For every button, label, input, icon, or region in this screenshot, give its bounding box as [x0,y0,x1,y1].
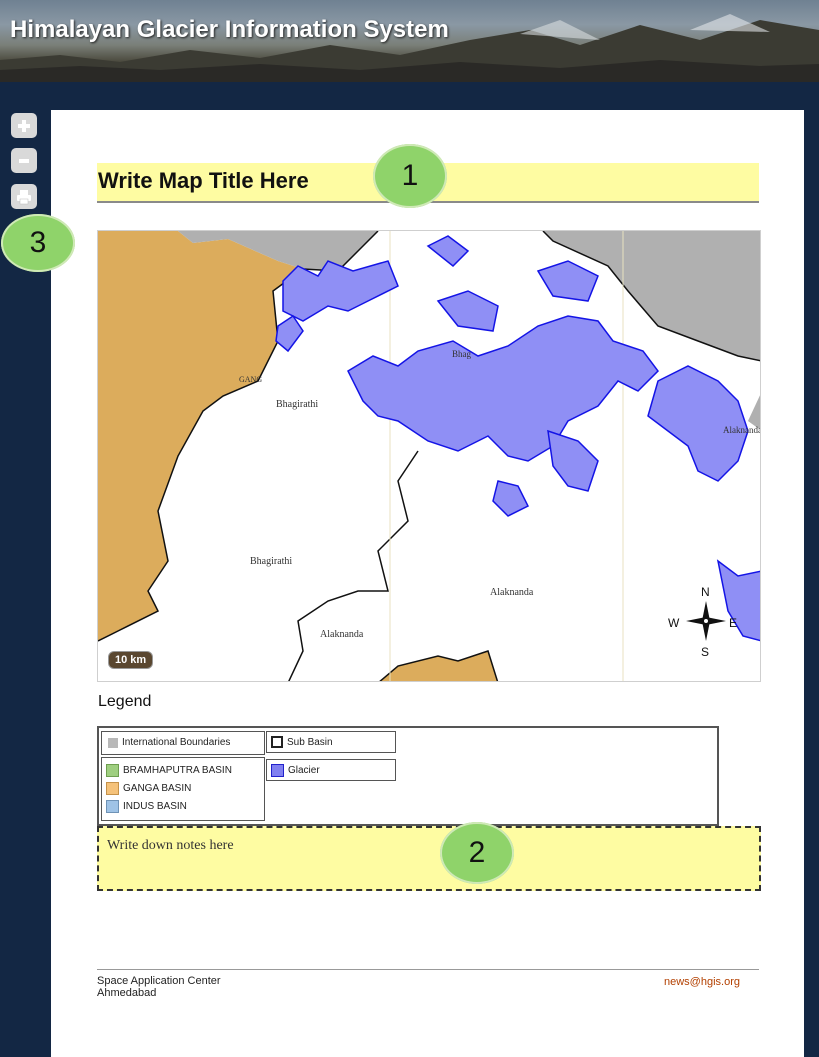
callout-2: 2 [440,822,514,884]
app-title: Himalayan Glacier Information System [10,16,449,43]
print-button[interactable] [11,184,37,209]
legend-label: BRAMHAPUTRA BASIN [123,765,232,776]
footer-org-line2: Ahmedabad [97,987,157,999]
zoom-in-button[interactable] [11,113,37,138]
legend-swatch [106,800,119,813]
scale-bar: 10 km [108,651,154,669]
plus-icon [18,119,30,132]
map-title-text[interactable]: Write Map Title Here [98,168,309,194]
legend-item-sub-basin: Sub Basin [266,731,396,753]
footer-organization: Space Application Center Ahmedabad [97,975,221,999]
map-label: Bhag [452,349,471,359]
zoom-out-button[interactable] [11,148,37,173]
map-label: Bhagirathi [250,556,293,567]
legend-title: Legend [98,693,152,710]
legend-item-international-boundaries: International Boundaries [101,731,265,755]
legend-basins-group: BRAMHAPUTRA BASIN GANGA BASIN INDUS BASI… [101,757,265,821]
map-canvas[interactable] [98,231,761,682]
map-label: Alaknanda [320,629,364,640]
legend-item-glacier: Glacier [266,759,396,781]
legend-label: GANGA BASIN [123,783,192,794]
compass-east: E [729,616,738,630]
legend-swatch [271,736,283,748]
legend-panel: International Boundaries Sub Basin Glaci… [97,726,719,826]
print-icon [17,189,31,204]
legend-label: INDUS BASIN [123,801,187,812]
map-label: Alaknanda [490,587,534,598]
compass-south: S [701,645,710,659]
minus-icon [19,158,29,163]
footer-email-link[interactable]: news@hgis.org [664,976,740,988]
legend-swatch [108,737,118,748]
map-view[interactable]: Bhagirathi Bhagirathi Alaknanda Alaknand… [97,230,761,682]
footer-org-line1: Space Application Center [97,975,221,987]
compass-west: W [668,616,680,630]
compass-north: N [701,585,710,599]
callout-1: 1 [373,144,447,208]
callout-3: 3 [1,214,75,272]
footer-divider [97,969,759,970]
legend-swatch [106,764,119,777]
app-header: Himalayan Glacier Information System [0,0,819,82]
map-label: Bhagirathi [276,399,319,410]
map-label: Alaknanda [723,425,761,435]
legend-swatch [271,764,284,777]
notes-field[interactable]: Write down notes here [97,826,761,891]
legend-swatch [106,782,119,795]
legend-label: Sub Basin [287,736,333,748]
compass-rose [686,601,726,641]
legend-label: Glacier [288,765,320,776]
notes-placeholder[interactable]: Write down notes here [107,838,234,854]
legend-label: International Boundaries [122,737,231,748]
map-label: GANG [239,375,263,384]
